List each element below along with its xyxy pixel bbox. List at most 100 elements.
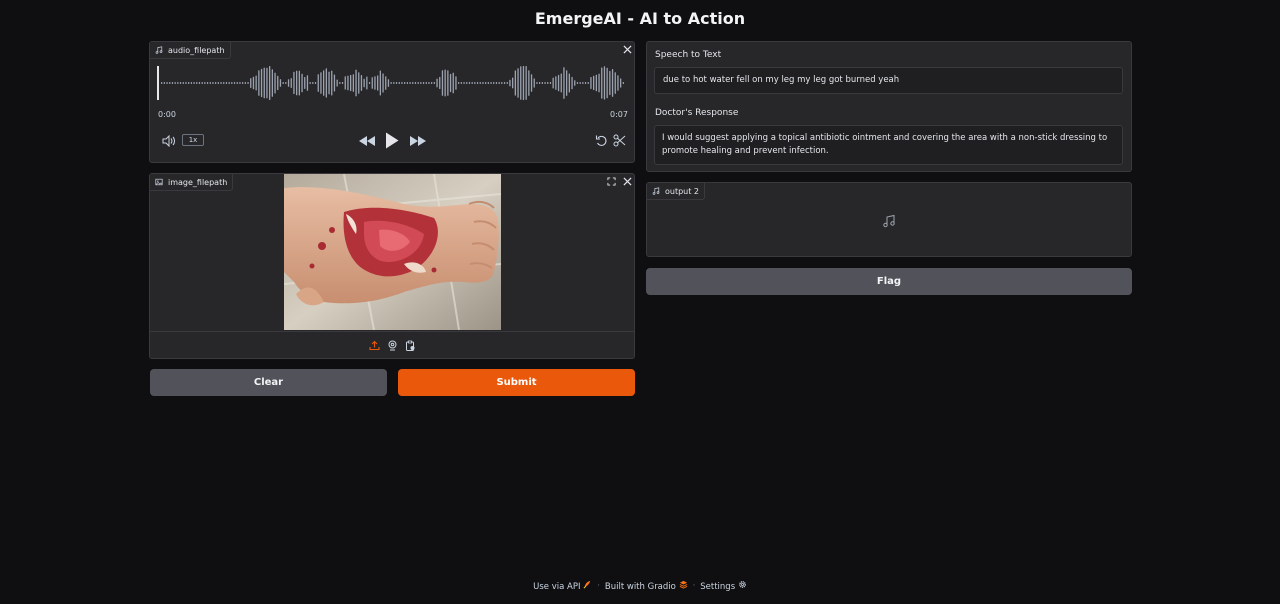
- image-input-label-text: image_filepath: [168, 177, 228, 187]
- clipboard-button[interactable]: [405, 336, 416, 355]
- waveform-bar: [568, 73, 570, 93]
- webcam-button[interactable]: [387, 336, 398, 355]
- waveform-bar: [620, 78, 622, 88]
- waveform-bar: [309, 82, 311, 84]
- waveform-bar: [409, 82, 411, 84]
- waveform-bar: [417, 82, 419, 84]
- speech-to-text-value: due to hot water fell on my leg my leg g…: [663, 75, 900, 85]
- waveform-bar: [474, 82, 476, 84]
- waveform-bar: [552, 77, 554, 89]
- waveform-bar: [398, 82, 400, 84]
- fast-forward-button[interactable]: [409, 134, 427, 147]
- waveform-bar: [306, 75, 309, 91]
- waveform-bar: [260, 68, 263, 98]
- playhead[interactable]: [157, 66, 159, 100]
- waveform-bar: [387, 79, 390, 87]
- waveform-bar: [395, 82, 398, 84]
- waveform-bar: [263, 67, 265, 99]
- audio-waveform[interactable]: [157, 66, 625, 100]
- clipboard-icon: [406, 340, 415, 351]
- music-icon: [652, 187, 660, 195]
- waveform-bar: [385, 76, 387, 90]
- gradio-logo-icon: [679, 580, 687, 589]
- waveform-bar: [179, 82, 182, 84]
- waveform-bar: [449, 73, 452, 93]
- waveform-bar: [506, 82, 508, 84]
- waveform-bar: [255, 75, 257, 91]
- use-via-api-link[interactable]: Use via API: [533, 580, 592, 592]
- waveform-bar: [233, 82, 236, 84]
- waveform-bar: [598, 73, 600, 93]
- waveform-bar: [285, 82, 287, 84]
- built-with-gradio-text: Built with Gradio: [604, 582, 676, 592]
- waveform-bar: [420, 82, 422, 84]
- volume-button[interactable]: [161, 134, 177, 147]
- upload-icon: [369, 340, 380, 351]
- waveform-bar: [571, 76, 573, 90]
- playback-speed-button[interactable]: 1x: [182, 134, 204, 146]
- play-button[interactable]: [383, 131, 401, 150]
- uploaded-image: [284, 174, 501, 330]
- speech-to-text-output[interactable]: due to hot water fell on my leg my leg g…: [654, 67, 1123, 94]
- waveform-bar: [350, 74, 352, 92]
- speech-to-text-label: Speech to Text: [655, 50, 722, 60]
- built-with-gradio-link[interactable]: Built with Gradio: [605, 580, 688, 592]
- waveform-bar: [250, 78, 252, 88]
- waveform-bar: [390, 82, 392, 84]
- waveform-bar: [520, 66, 522, 100]
- undo-button[interactable]: [594, 133, 609, 148]
- waveform-bar: [525, 66, 527, 100]
- scissors-icon: [613, 134, 626, 147]
- waveform-bar: [541, 82, 543, 84]
- rewind-icon: [359, 135, 375, 146]
- waveform-bar: [530, 74, 533, 92]
- fullscreen-button[interactable]: [605, 175, 617, 187]
- waveform-bar: [590, 77, 592, 89]
- clear-button[interactable]: Clear: [150, 369, 387, 396]
- waveform-bar: [487, 82, 489, 84]
- submit-button[interactable]: Submit: [398, 369, 635, 396]
- waveform-bar: [498, 82, 500, 84]
- waveform-bar: [455, 76, 457, 90]
- waveform-bar: [242, 82, 244, 84]
- waveform-bar: [368, 82, 371, 84]
- play-icon: [386, 132, 399, 149]
- waveform-bar: [271, 69, 273, 97]
- waveform-bar: [401, 82, 403, 84]
- music-icon: [883, 214, 895, 228]
- waveform-bar: [236, 82, 238, 84]
- waveform-bar: [563, 67, 565, 99]
- waveform-bar: [503, 82, 506, 84]
- waveform-bar: [328, 71, 330, 95]
- waveform-bar: [296, 70, 298, 96]
- waveform-bar: [371, 77, 373, 89]
- waveform-bar: [514, 70, 516, 96]
- waveform-bar: [444, 69, 446, 97]
- waveform-bar: [269, 66, 271, 100]
- waveform-bar: [223, 82, 225, 84]
- waveform-bar: [436, 78, 438, 88]
- waveform-bar: [485, 82, 487, 84]
- waveform-bar: [566, 70, 568, 96]
- waveform-bar: [557, 74, 560, 92]
- rewind-button[interactable]: [358, 134, 376, 147]
- audio-input-label: audio_filepath: [150, 42, 231, 59]
- audio-clear-button[interactable]: [621, 43, 633, 55]
- waveform-bar: [463, 82, 465, 84]
- waveform-bar: [547, 82, 549, 84]
- waveform-bar: [287, 79, 290, 87]
- output-audio-panel: output 2: [646, 182, 1132, 257]
- image-clear-button[interactable]: [621, 175, 633, 187]
- doctor-response-output[interactable]: I would suggest applying a topical antib…: [654, 125, 1123, 165]
- waveform-bar: [412, 82, 414, 84]
- flag-button[interactable]: Flag: [646, 268, 1132, 295]
- audio-input-label-text: audio_filepath: [168, 45, 225, 55]
- audio-time-end: 0:07: [610, 110, 628, 119]
- settings-link[interactable]: Settings: [700, 580, 747, 592]
- waveform-bar: [355, 69, 357, 97]
- waveform-bar: [476, 82, 479, 84]
- fast-forward-icon: [410, 135, 426, 146]
- trim-button[interactable]: [612, 133, 627, 148]
- upload-button[interactable]: [369, 336, 380, 355]
- waveform-bar: [344, 76, 346, 90]
